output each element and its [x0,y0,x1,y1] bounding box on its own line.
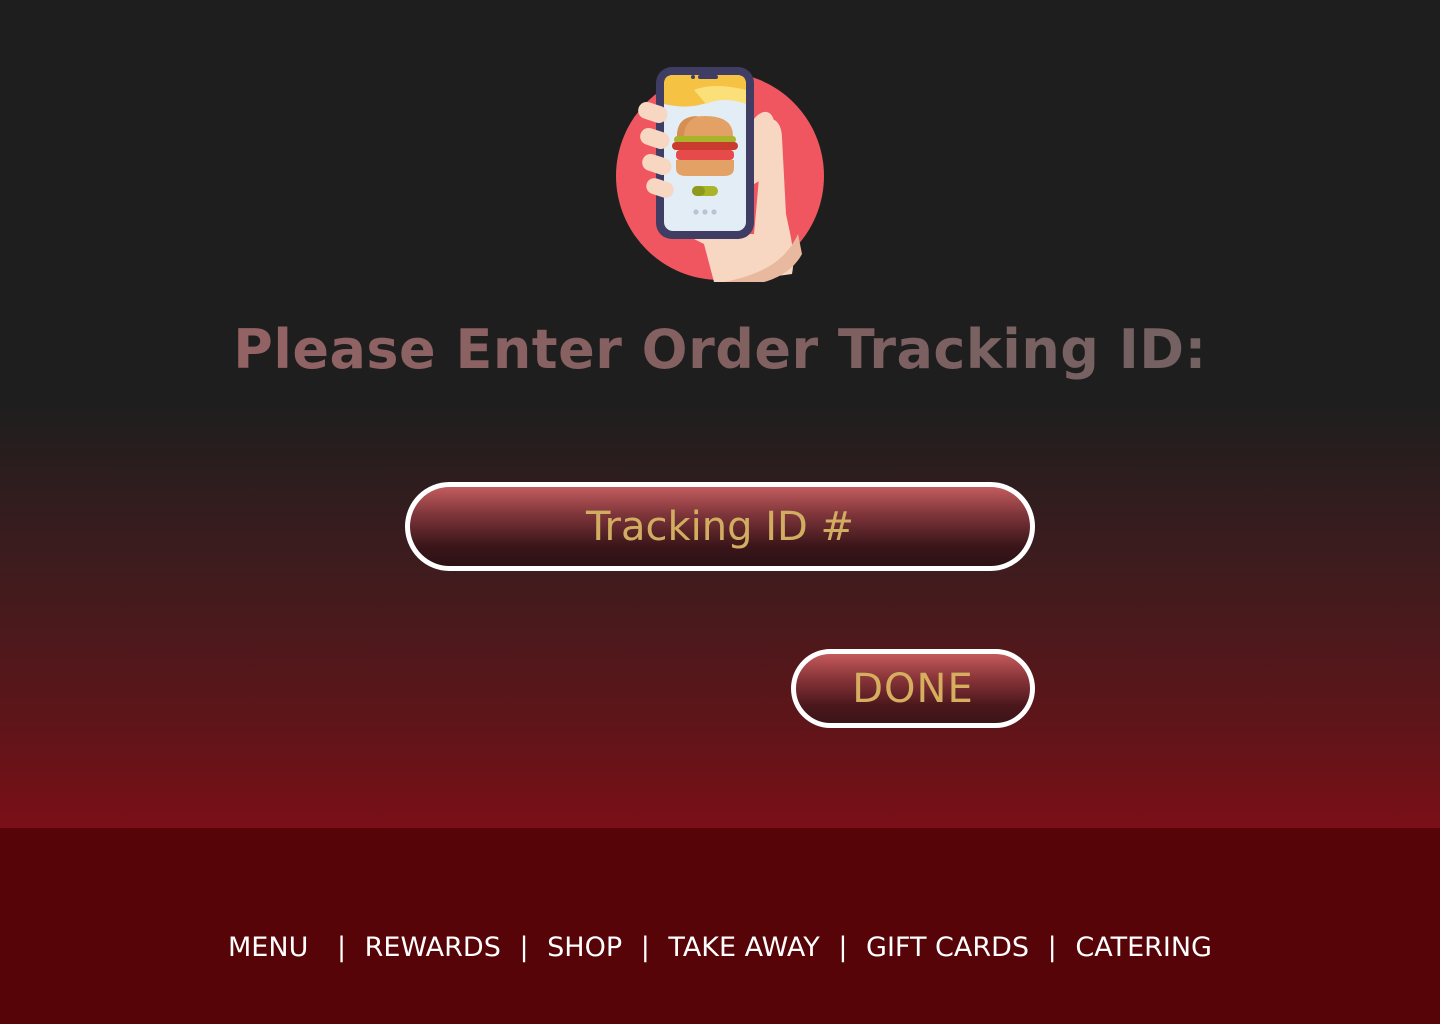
footer-separator: | [1047,932,1057,963]
done-button[interactable]: DONE [791,649,1035,728]
phone-burger-order-icon [616,67,824,282]
footer-link-catering[interactable]: CATERING [1075,932,1212,963]
main-stage: Please Enter Order Tracking ID: DONE [0,0,1440,828]
thumb [754,111,775,184]
burger-bun-bottom [676,160,734,176]
footer-link-gift-cards[interactable]: GIFT CARDS [866,932,1029,963]
footer [0,828,1440,1024]
footer-link-take-away[interactable]: TAKE AWAY [668,932,819,963]
footer-nav: MENU | REWARDS | SHOP | TAKE AWAY | GIFT… [0,932,1440,963]
footer-link-menu[interactable]: MENU [228,932,308,963]
tracking-id-input[interactable] [410,487,1030,566]
burger-tomato [672,142,738,150]
page-title: Please Enter Order Tracking ID: [0,318,1440,381]
footer-separator: | [336,932,347,963]
footer-separator: | [838,932,848,963]
footer-link-shop[interactable]: SHOP [547,932,622,963]
footer-separator: | [640,932,650,963]
footer-separator: | [519,932,529,963]
footer-link-rewards[interactable]: REWARDS [365,932,501,963]
burger-lettuce [674,136,736,143]
tracking-id-field[interactable] [405,482,1035,571]
